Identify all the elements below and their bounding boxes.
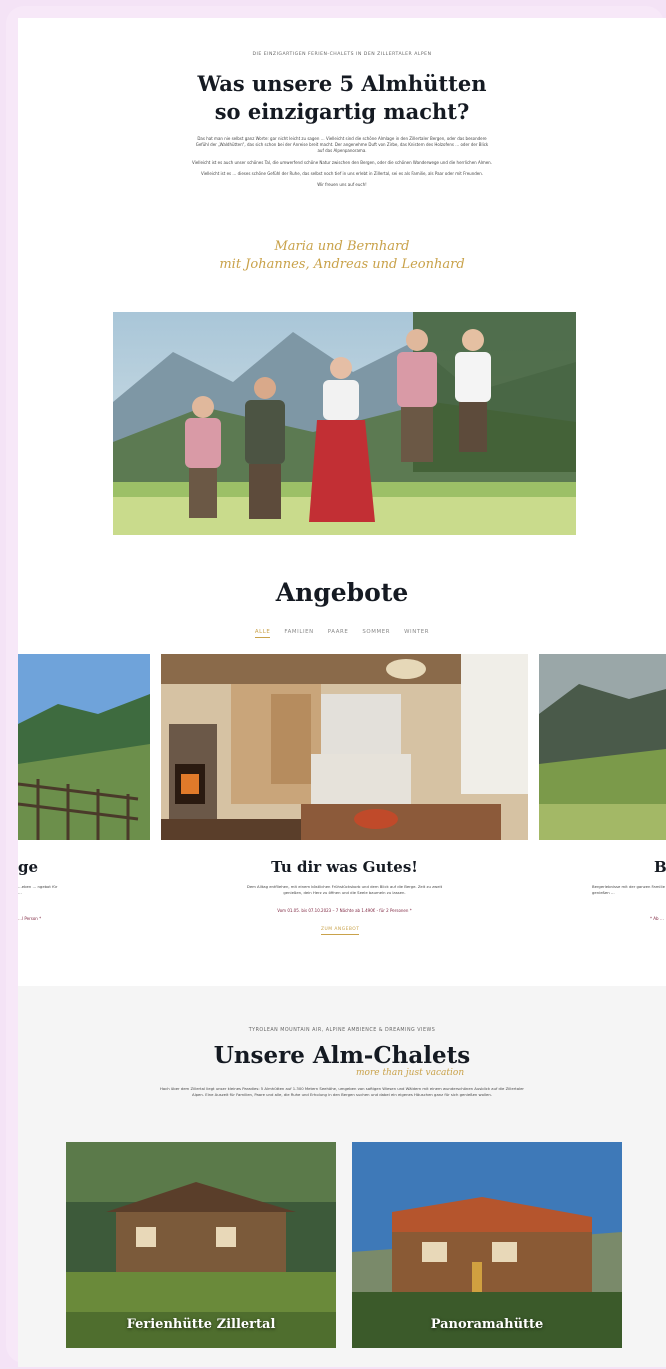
tab-all[interactable]: ALLE bbox=[254, 629, 271, 638]
offer-card-price: …l Person * bbox=[18, 916, 42, 921]
intro-paragraph: Vielleicht ist es … dieses schöne Gefühl… bbox=[200, 170, 484, 176]
offer-card-image[interactable] bbox=[161, 654, 528, 840]
tab-couples[interactable]: PAARE bbox=[328, 629, 349, 638]
family-photo bbox=[113, 312, 576, 535]
offers-title: Angebote bbox=[275, 578, 409, 607]
offer-card-title: ge bbox=[18, 858, 39, 876]
offer-tabs: ALLE FAMILIEN PAARE SOMMER WINTER bbox=[18, 629, 666, 638]
chalets-title: Unsere Alm-Chalets bbox=[213, 1042, 471, 1069]
intro-paragraph: Das hat man nie selbst ganz Worte: gar n… bbox=[195, 136, 489, 154]
offer-button[interactable]: ZUM ANGEBOT bbox=[321, 927, 360, 935]
chalet-name: Panoramahütte bbox=[430, 1317, 544, 1332]
page: DIE EINZIGARTIGEN FERIEN-CHALETS IN DEN … bbox=[18, 18, 666, 1367]
tab-winter[interactable]: WINTER bbox=[404, 629, 429, 638]
title-line-2: so einzigartig macht? bbox=[214, 99, 470, 124]
signature: Maria und Bernhard mit Johannes, Andreas… bbox=[18, 238, 666, 274]
intro-eyebrow: DIE EINZIGARTIGEN FERIEN-CHALETS IN DEN … bbox=[252, 52, 432, 57]
offer-card-image-left[interactable] bbox=[18, 654, 150, 840]
chalets-subtitle: more than just vacation bbox=[356, 1068, 465, 1078]
intro-paragraph: Vielleicht ist es auch unser schönes Tal… bbox=[192, 159, 492, 165]
offer-card-text: …eben … ngebot für … bbox=[18, 884, 58, 895]
offer-card-price: * Ab … bbox=[650, 916, 664, 921]
intro-text: Das hat man nie selbst ganz Worte: gar n… bbox=[192, 136, 492, 193]
chalet-card-panoramahuette[interactable]: Panoramahütte bbox=[352, 1142, 622, 1348]
offer-card-text: Dem Alltag entfliehen, mit einem köstlic… bbox=[246, 884, 443, 895]
tab-families[interactable]: FAMILIEN bbox=[284, 629, 313, 638]
page-title: Was unsere 5 Almhütten so einzigartig ma… bbox=[18, 70, 666, 126]
tab-summer[interactable]: SOMMER bbox=[362, 629, 390, 638]
offer-card-price: Vom 01.05. bis 07.10.2023 – 7 Nächte ab … bbox=[277, 908, 412, 913]
offer-card-text: Bergerlebnisse mit der ganzen Familie ge… bbox=[592, 884, 665, 895]
offer-card-title: Tu dir was Gutes! bbox=[271, 858, 418, 876]
chalets-eyebrow: TYROLEAN MOUNTAIN AIR, ALPINE AMBIENCE &… bbox=[248, 1028, 436, 1033]
offer-card-image-right[interactable] bbox=[539, 654, 666, 840]
chalet-name: Ferienhütte Zillertal bbox=[126, 1317, 276, 1332]
signature-line-1: Maria und Bernhard bbox=[274, 239, 410, 254]
title-line-1: Was unsere 5 Almhütten bbox=[197, 71, 487, 96]
chalets-intro: Hoch über dem Zillertal liegt unser klei… bbox=[160, 1086, 524, 1097]
signature-line-2: mit Johannes, Andreas und Leonhard bbox=[219, 257, 465, 272]
offer-card-title: B bbox=[654, 858, 666, 876]
intro-paragraph: Wir freuen uns auf euch! bbox=[317, 182, 367, 188]
chalet-card-ferienhuette[interactable]: Ferienhütte Zillertal bbox=[66, 1142, 336, 1348]
